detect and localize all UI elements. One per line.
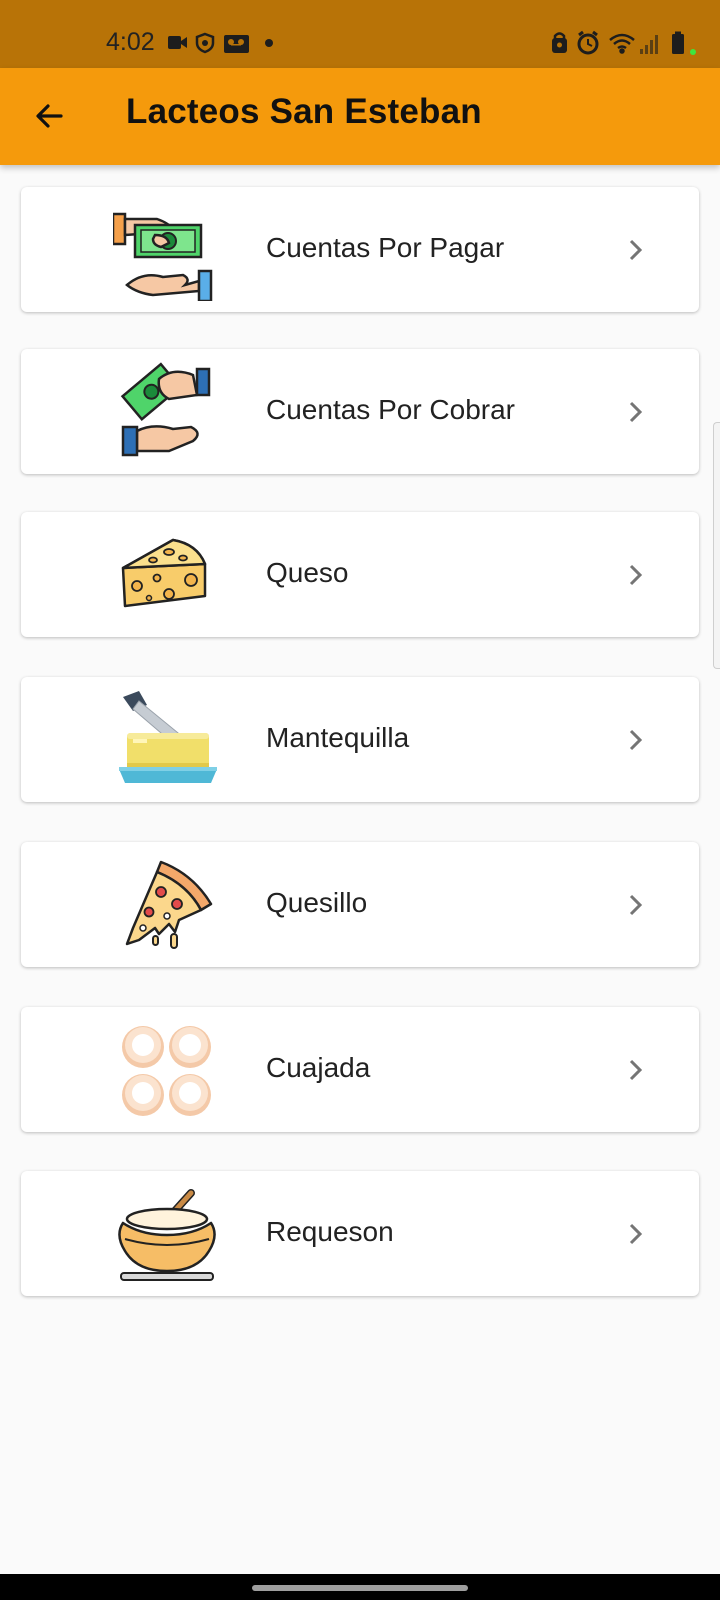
pizza-slice-icon — [125, 860, 213, 949]
status-bar: 4:02 — [0, 0, 720, 68]
menu-card-cuentas-por-cobrar[interactable]: Cuentas Por Cobrar — [21, 349, 699, 474]
lock-icon — [552, 32, 567, 53]
app-bar: Lacteos San Esteban — [0, 68, 720, 165]
home-gesture-handle[interactable] — [252, 1585, 468, 1591]
navigation-bar — [0, 1574, 720, 1600]
scroll-edge-handle[interactable] — [713, 422, 720, 669]
page-title: Lacteos San Esteban — [126, 92, 482, 131]
wifi-icon — [609, 33, 635, 54]
chevron-right-icon — [629, 729, 643, 751]
chevron-right-icon — [629, 1223, 643, 1245]
dot-icon — [265, 39, 273, 47]
menu-card-requeson[interactable]: Requeson — [21, 1171, 699, 1296]
cheese-icon — [121, 538, 207, 608]
menu-card-label: Mantequilla — [266, 722, 410, 753]
pot-icon — [118, 1189, 216, 1281]
battery-icon — [672, 31, 684, 54]
signal-icon — [640, 35, 658, 54]
chevron-right-icon — [629, 894, 643, 916]
menu-card-cuajada[interactable]: Cuajada — [21, 1007, 699, 1132]
butter-icon — [119, 691, 217, 783]
menu-card-label: Quesillo — [266, 887, 368, 918]
menu-card-label: Cuajada — [266, 1052, 371, 1083]
chevron-right-icon — [629, 1059, 643, 1081]
back-button[interactable] — [26, 93, 72, 139]
chevron-right-icon — [629, 564, 643, 586]
status-right-icons — [552, 30, 696, 55]
menu-card-queso[interactable]: Queso — [21, 512, 699, 637]
menu-card-label: Requeson — [266, 1216, 394, 1247]
arrow-back-icon — [36, 104, 63, 128]
receive-money-hands-icon — [120, 362, 211, 457]
status-left-icons — [168, 32, 273, 54]
alarm-icon — [577, 30, 599, 55]
menu-card-label: Cuentas Por Cobrar — [266, 394, 516, 425]
status-time: 4:02 — [106, 28, 155, 56]
shield-icon — [195, 32, 215, 54]
privacy-dot-icon — [690, 49, 696, 55]
menu-card-mantequilla[interactable]: Mantequilla — [21, 677, 699, 802]
chevron-right-icon — [629, 401, 643, 423]
menu-card-label: Cuentas Por Pagar — [266, 232, 505, 263]
voicemail-icon — [224, 35, 249, 53]
curd-rolls-icon — [122, 1026, 211, 1116]
chevron-right-icon — [629, 239, 643, 261]
video-camera-icon — [168, 36, 187, 49]
pay-money-hands-icon — [113, 212, 213, 301]
menu-card-label: Queso — [266, 557, 349, 588]
menu-card-cuentas-por-pagar[interactable]: Cuentas Por Pagar — [21, 187, 699, 312]
menu-card-quesillo[interactable]: Quesillo — [21, 842, 699, 967]
